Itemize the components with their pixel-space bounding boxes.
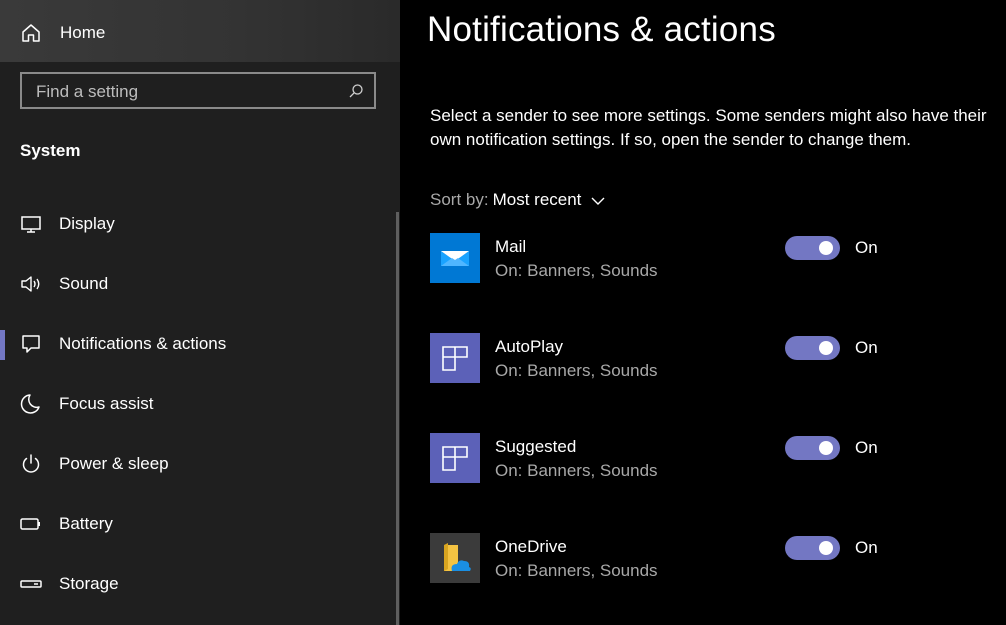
search-icon[interactable] — [348, 83, 364, 99]
toggle-state: On — [855, 238, 878, 257]
sidebar-item-sound[interactable]: Sound — [0, 258, 396, 310]
sender-detail: On: Banners, Sounds — [495, 561, 658, 580]
sender-detail: On: Banners, Sounds — [495, 261, 658, 280]
toggle-knob — [819, 441, 833, 455]
autoplay-icon — [430, 333, 480, 383]
page-description: Select a sender to see more settings. So… — [430, 106, 987, 149]
sender-suggested[interactable]: Suggested On: Banners, Sounds On — [430, 433, 990, 493]
toggle-state: On — [855, 438, 878, 457]
section-title: System — [20, 141, 81, 160]
home-label: Home — [60, 23, 106, 42]
sidebar-item-battery[interactable]: Battery — [0, 498, 396, 550]
sender-name: OneDrive — [495, 537, 567, 556]
toggle-state: On — [855, 538, 878, 557]
sender-name: Suggested — [495, 437, 577, 456]
toggle-knob — [819, 341, 833, 355]
notification-toggle[interactable] — [785, 436, 840, 460]
toggle-knob — [819, 541, 833, 555]
sort-dropdown[interactable]: Sort by: Most recent — [430, 190, 605, 210]
notification-toggle[interactable] — [785, 536, 840, 560]
main-content: Notifications & actions Select a sender … — [400, 0, 1006, 625]
sender-mail[interactable]: Mail On: Banners, Sounds On — [430, 233, 990, 293]
sidebar-item-storage[interactable]: Storage — [0, 558, 396, 610]
sidebar-item-display[interactable]: Display — [0, 198, 396, 250]
sidebar-item-label: Focus assist — [59, 394, 154, 413]
sort-value: Most recent — [492, 190, 582, 209]
sender-onedrive[interactable]: OneDrive On: Banners, Sounds On — [430, 533, 990, 593]
sort-label: Sort by: — [430, 190, 489, 209]
sidebar-item-power-sleep[interactable]: Power & sleep — [0, 438, 396, 490]
notification-toggle[interactable] — [785, 336, 840, 360]
sidebar: Home System Display Sound Notificat — [0, 0, 400, 625]
sender-detail: On: Banners, Sounds — [495, 461, 658, 480]
display-icon — [21, 216, 41, 233]
home-button[interactable]: Home — [0, 0, 400, 62]
sidebar-item-label: Battery — [59, 514, 113, 533]
sender-detail: On: Banners, Sounds — [495, 361, 658, 380]
sidebar-item-notifications[interactable]: Notifications & actions — [0, 318, 396, 370]
sound-icon — [21, 276, 40, 292]
moon-icon — [20, 394, 40, 414]
battery-icon — [20, 518, 40, 530]
sidebar-item-label: Notifications & actions — [59, 334, 227, 353]
sidebar-item-focus-assist[interactable]: Focus assist — [0, 378, 396, 430]
search-box — [20, 72, 376, 109]
power-icon — [22, 454, 40, 473]
toggle-knob — [819, 241, 833, 255]
sender-name: Mail — [495, 237, 527, 256]
sidebar-item-label: Storage — [59, 574, 119, 593]
search-input[interactable] — [22, 74, 358, 109]
chevron-down-icon — [591, 197, 605, 205]
notification-icon — [22, 335, 40, 353]
storage-icon — [20, 580, 42, 588]
page-title: Notifications & actions — [427, 10, 776, 49]
sidebar-item-label: Sound — [59, 274, 109, 293]
notification-toggle[interactable] — [785, 236, 840, 260]
sender-autoplay[interactable]: AutoPlay On: Banners, Sounds On — [430, 333, 990, 393]
active-indicator — [0, 330, 5, 360]
sidebar-item-label: Power & sleep — [59, 454, 169, 473]
suggested-icon — [430, 433, 480, 483]
sidebar-item-label: Display — [59, 214, 115, 233]
sender-name: AutoPlay — [495, 337, 564, 356]
onedrive-icon — [430, 533, 480, 583]
sidebar-scrollbar[interactable] — [396, 212, 399, 625]
home-icon — [22, 24, 40, 42]
mail-icon — [430, 233, 480, 283]
toggle-state: On — [855, 338, 878, 357]
